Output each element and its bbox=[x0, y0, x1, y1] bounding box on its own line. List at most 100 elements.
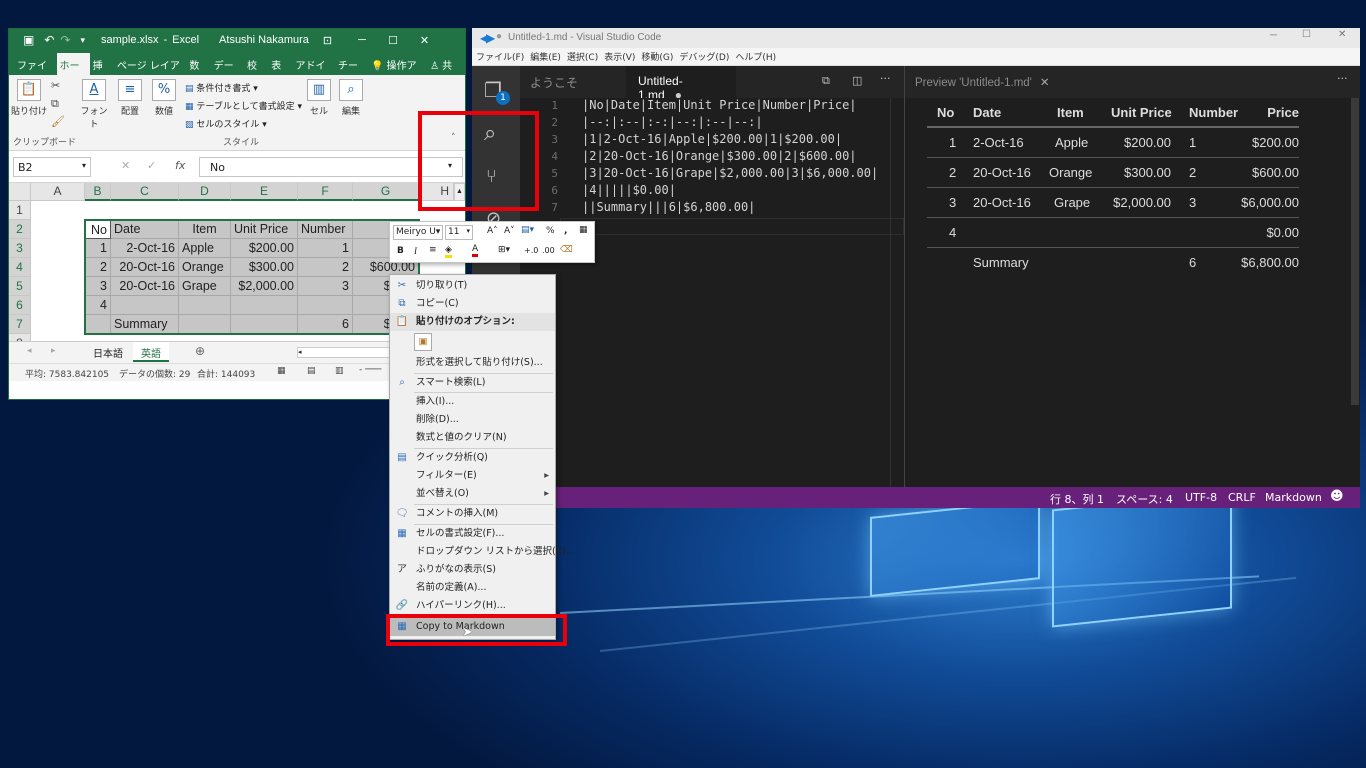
cancel-icon[interactable]: ✕ bbox=[121, 159, 130, 172]
next-sheet-icon[interactable]: ▸ bbox=[51, 346, 56, 356]
tab-file[interactable]: ファイル bbox=[9, 53, 57, 87]
redo-icon[interactable]: ↷ bbox=[60, 33, 70, 47]
more-actions-icon[interactable]: ··· bbox=[1337, 72, 1348, 85]
tab-view[interactable]: 表示 bbox=[268, 53, 292, 87]
page-layout-icon[interactable]: ▤ bbox=[307, 366, 316, 376]
save-icon[interactable]: ▣ bbox=[23, 33, 34, 47]
menu-item-smart-lookup[interactable]: ⌕ スマート検索(L) bbox=[390, 374, 555, 392]
menu-go[interactable]: 移動(G) bbox=[641, 50, 673, 63]
number-button[interactable]: % 数値 bbox=[149, 79, 179, 117]
align-center-icon[interactable]: ≡ bbox=[429, 245, 437, 255]
percent-button[interactable]: % bbox=[546, 226, 555, 236]
indentation[interactable]: スペース: 4 bbox=[1116, 491, 1173, 507]
menu-item-cut[interactable]: ✂ 切り取り(T) bbox=[390, 277, 555, 295]
maximize-icon[interactable]: ☐ bbox=[1302, 29, 1311, 40]
conditional-format-button[interactable]: ▤ 条件付き書式 ▾ bbox=[185, 81, 258, 94]
menu-debug[interactable]: デバッグ(D) bbox=[679, 50, 729, 63]
menu-item-insert-comment[interactable]: 🗨 コメントの挿入(M) bbox=[390, 505, 555, 523]
menu-item-sort[interactable]: 並べ替え(O) ▸ bbox=[390, 485, 555, 503]
menu-item-delete[interactable]: 削除(D)... bbox=[390, 411, 555, 429]
alignment-button[interactable]: ≡ 配置 bbox=[115, 79, 145, 117]
tab-addins[interactable]: アドイン bbox=[293, 53, 336, 87]
ribbon-display-icon[interactable]: ⊡ bbox=[323, 34, 332, 47]
name-box[interactable]: B2 ▾ bbox=[13, 157, 91, 177]
cell-styles-button[interactable]: ▧ セルのスタイル ▾ bbox=[185, 117, 267, 130]
tab-preview[interactable]: Preview 'Untitled-1.md' ✕ bbox=[905, 66, 1075, 98]
enter-icon[interactable]: ✓ bbox=[147, 159, 156, 172]
tab-formulas[interactable]: 数式 bbox=[186, 53, 210, 87]
borders-icon[interactable]: ⊞▾ bbox=[498, 245, 510, 255]
tab-home[interactable]: ホーム bbox=[56, 53, 90, 87]
cut-icon[interactable]: ✂ bbox=[51, 79, 60, 92]
code-editor[interactable]: 1 2 3 4 5 6 7 |No|Date|Item|Unit Price|N… bbox=[520, 98, 904, 487]
menu-help[interactable]: ヘルプ(H) bbox=[735, 50, 776, 63]
normal-view-icon[interactable]: ▦ bbox=[277, 366, 286, 376]
tab-welcome[interactable]: ようこそ bbox=[520, 66, 620, 98]
row-header[interactable]: 6 bbox=[9, 296, 31, 315]
decrease-decimal-icon[interactable]: .00 bbox=[542, 246, 555, 255]
shrink-font-icon[interactable]: A˅ bbox=[504, 226, 515, 236]
column-header[interactable]: B bbox=[85, 183, 111, 201]
menu-item-define-name[interactable]: 名前の定義(A)... bbox=[390, 579, 555, 597]
tab-team[interactable]: チーム bbox=[335, 53, 368, 87]
format-as-table-button[interactable]: ▦ テーブルとして書式設定 ▾ bbox=[185, 99, 302, 112]
copy-icon[interactable]: ⧉ bbox=[51, 97, 59, 111]
row-header[interactable]: 3 bbox=[9, 239, 31, 258]
tab-data[interactable]: データ bbox=[211, 53, 244, 87]
format-painter-icon[interactable]: ▦ bbox=[579, 225, 588, 235]
chevron-down-icon[interactable]: ▾ bbox=[82, 161, 86, 170]
grow-font-icon[interactable]: A˄ bbox=[487, 226, 498, 236]
sheet-tab[interactable]: 日本語 bbox=[93, 345, 123, 360]
fill-color-icon[interactable]: ◈ bbox=[445, 245, 452, 258]
close-icon[interactable]: ✕ bbox=[1338, 29, 1346, 40]
menu-selection[interactable]: 選択(C) bbox=[567, 50, 598, 63]
row-header[interactable]: 2 bbox=[9, 220, 31, 239]
font-size-select[interactable]: 11 ▾ bbox=[445, 225, 473, 240]
tab-insert[interactable]: 挿入 bbox=[90, 53, 114, 87]
close-icon[interactable]: ✕ bbox=[420, 34, 429, 47]
row-header[interactable]: 1 bbox=[9, 201, 31, 220]
undo-icon[interactable]: ↶ bbox=[44, 33, 54, 47]
comma-button[interactable]: , bbox=[564, 226, 567, 236]
column-header[interactable]: G bbox=[353, 183, 419, 201]
menu-view[interactable]: 表示(V) bbox=[604, 50, 635, 63]
open-preview-icon[interactable]: ⧉ bbox=[822, 74, 830, 88]
bold-button[interactable]: B bbox=[397, 246, 404, 256]
select-all-corner[interactable] bbox=[9, 183, 31, 201]
font-color-icon[interactable]: A bbox=[472, 244, 479, 257]
page-break-icon[interactable]: ▥ bbox=[335, 366, 344, 376]
cursor-position[interactable]: 行 8、列 1 bbox=[1050, 491, 1104, 507]
tab-tell-me[interactable]: 💡操作アシ bbox=[368, 53, 427, 87]
add-sheet-icon[interactable]: ⊕ bbox=[195, 344, 205, 358]
cells-button[interactable]: ▥ セル bbox=[305, 79, 333, 117]
tab-untitled[interactable]: Untitled-1.md ● bbox=[626, 66, 736, 102]
font-button[interactable]: A フォント bbox=[79, 79, 109, 130]
menu-item-quick-analysis[interactable]: ▤ クイック分析(Q) bbox=[390, 449, 555, 467]
currency-icon[interactable]: ▤▾ bbox=[521, 225, 534, 235]
menu-item-hyperlink[interactable]: 🔗 ハイパーリンク(H)... bbox=[390, 597, 555, 615]
menu-item-copy[interactable]: ⧉ コピー(C) bbox=[390, 295, 555, 313]
menu-item-format-cells[interactable]: ▦ セルの書式設定(F)... bbox=[390, 525, 555, 543]
close-icon[interactable]: ✕ bbox=[1040, 77, 1050, 89]
editing-button[interactable]: ⌕ 編集 bbox=[337, 79, 365, 117]
line-ending[interactable]: CRLF bbox=[1228, 491, 1256, 504]
column-header[interactable]: A bbox=[31, 183, 85, 201]
font-name-select[interactable]: Meiryo U▾ bbox=[393, 225, 443, 240]
insert-function-icon[interactable]: fx bbox=[175, 159, 185, 172]
row-header[interactable]: 4 bbox=[9, 258, 31, 277]
tab-share[interactable]: ♙共有 bbox=[427, 53, 465, 87]
column-header[interactable]: C bbox=[111, 183, 179, 201]
preview-scrollbar[interactable] bbox=[1351, 98, 1359, 405]
tab-review[interactable]: 校閲 bbox=[244, 53, 268, 87]
row-header[interactable]: 5 bbox=[9, 277, 31, 296]
language-mode[interactable]: Markdown bbox=[1265, 491, 1322, 504]
minimize-icon[interactable]: ─ bbox=[1270, 30, 1277, 41]
italic-button[interactable]: I bbox=[414, 246, 417, 256]
split-editor-icon[interactable]: ◫ bbox=[852, 74, 862, 87]
feedback-smiley-icon[interactable]: ☻ bbox=[1330, 489, 1344, 504]
paste-option-button[interactable]: ▣ bbox=[414, 333, 432, 351]
menu-item-insert[interactable]: 挿入(I)... bbox=[390, 393, 555, 411]
menu-item-filter[interactable]: フィルター(E) ▸ bbox=[390, 467, 555, 485]
clear-format-icon[interactable]: ⌫ bbox=[560, 245, 573, 255]
column-header[interactable]: F bbox=[298, 183, 353, 201]
